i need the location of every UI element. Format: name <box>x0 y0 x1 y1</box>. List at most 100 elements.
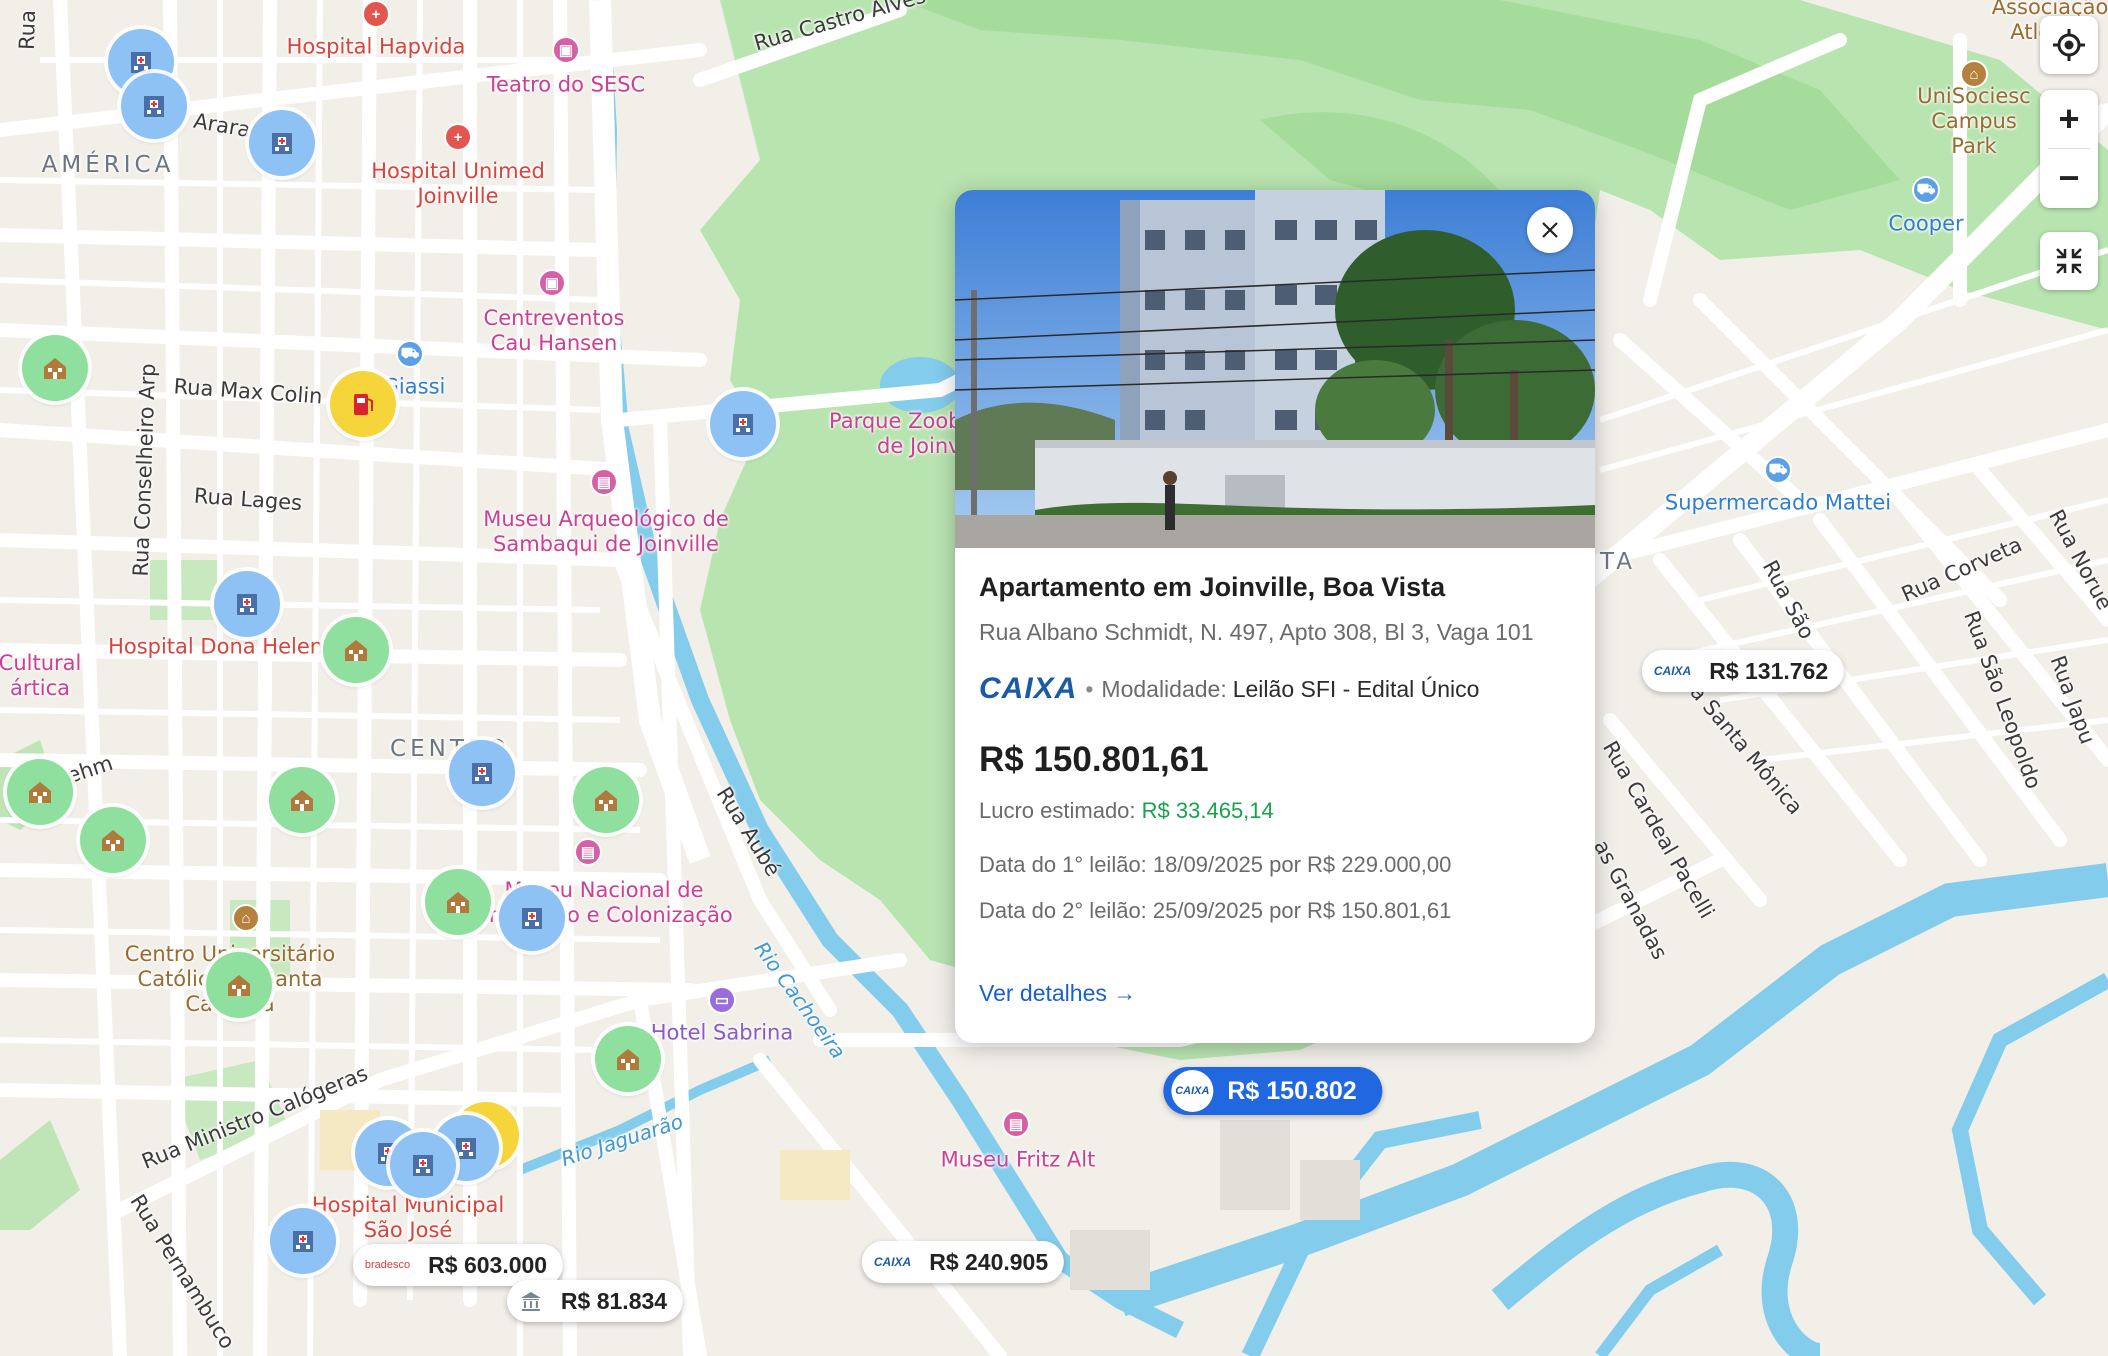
building-icon <box>237 594 257 615</box>
estimated-profit: Lucro estimado: R$ 33.465,14 <box>979 798 1571 824</box>
district-label-america: AMÉRICA <box>41 152 175 179</box>
price-marker[interactable]: CAIXA R$ 131.762 <box>1641 650 1845 692</box>
second-auction-date: Data do 2° leilão: 25/09/2025 por R$ 150… <box>979 898 1452 923</box>
fuel-pump-icon <box>354 394 373 415</box>
house-icon <box>102 830 124 851</box>
poi-supermercado-mattei[interactable]: Supermercado Mattei <box>1665 490 1891 515</box>
building-marker[interactable] <box>249 110 315 176</box>
building-marker[interactable] <box>214 571 280 637</box>
property-price: R$ 150.801,61 <box>979 740 1209 779</box>
poi-teatro-sesc[interactable]: Teatro do SESC <box>487 72 645 97</box>
zoom-out-button[interactable]: − <box>2040 149 2098 207</box>
property-title: Apartamento em Joinville, Boa Vista <box>979 572 1446 602</box>
poi-museu-fritz-alt[interactable]: Museu Fritz Alt <box>941 1147 1096 1172</box>
house-icon <box>291 790 313 811</box>
house-marker[interactable] <box>573 767 639 833</box>
locate-button[interactable] <box>2040 16 2098 74</box>
museum-icon: ▣ <box>540 271 564 295</box>
poi-hospital-hapvida[interactable]: Hospital Hapvida <box>287 34 466 59</box>
caixa-logo: CAIXA <box>1653 664 1692 678</box>
caixa-logo: CAIXA <box>979 672 1077 706</box>
poi-hospital-unimed[interactable]: Hospital Unimed Joinville <box>371 159 545 209</box>
cart-icon: ⛟ <box>1766 458 1790 482</box>
price-marker-selected[interactable]: CAIXA R$ 150.802 <box>1163 1067 1383 1115</box>
poi-hospital-municipal[interactable]: Hospital Municipal São José <box>312 1193 504 1243</box>
building-marker[interactable] <box>710 391 776 457</box>
house-marker[interactable] <box>595 1026 661 1092</box>
building-icon <box>272 133 292 154</box>
modalidade-label: Modalidade: <box>1101 675 1227 702</box>
poi-museu-arqueologico[interactable]: Museu Arqueológico de Sambaqui de Joinvi… <box>483 507 728 557</box>
cart-icon: ⛟ <box>398 342 422 366</box>
hospital-icon: + <box>364 2 388 26</box>
zoom-controls: + − <box>2040 90 2098 208</box>
property-address: Rua Albano Schmidt, N. 497, Apto 308, Bl… <box>979 619 1534 645</box>
view-details-link[interactable]: Ver detalhes → <box>979 980 1571 1007</box>
school-icon: ⌂ <box>234 906 258 930</box>
separator-dot: • <box>1085 675 1094 702</box>
price-marker-value: R$ 131.762 <box>1709 657 1829 684</box>
first-auction-date: Data do 1° leilão: 18/09/2025 por R$ 229… <box>979 852 1452 877</box>
poi-unisociesc[interactable]: UniSociesc Campus Park <box>1907 84 2041 160</box>
locate-icon <box>2053 29 2085 61</box>
cart-icon: ⛟ <box>1914 178 1938 202</box>
building-icon <box>472 763 492 784</box>
school-icon: ⌂ <box>1962 62 1986 86</box>
poi-cultural[interactable]: Cultural ártica <box>0 651 81 701</box>
price-marker-value: R$ 81.834 <box>560 1287 668 1314</box>
poi-cooper[interactable]: Cooper <box>1888 211 1963 236</box>
house-marker[interactable] <box>425 869 491 935</box>
price-marker-value: R$ 240.905 <box>929 1248 1049 1275</box>
house-marker[interactable] <box>323 617 389 683</box>
close-popup-button[interactable] <box>1527 207 1573 253</box>
collapse-icon <box>2056 248 2082 274</box>
bank-icon <box>520 1292 541 1311</box>
collapse-button[interactable] <box>2040 232 2098 290</box>
poi-centreventos[interactable]: Centreventos Cau Hansen <box>484 306 625 356</box>
house-icon <box>617 1049 639 1070</box>
caixa-logo: CAIXA <box>1171 1070 1214 1112</box>
museum-icon: ▤ <box>576 840 600 864</box>
commercial-marker[interactable] <box>330 371 396 437</box>
house-marker[interactable] <box>22 335 88 401</box>
price-marker[interactable]: R$ 81.834 <box>506 1280 684 1322</box>
caixa-logo: CAIXA <box>873 1255 912 1269</box>
map-canvas[interactable]: AMÉRICA CENTRO TA Rua Max Colin Rua Lage… <box>0 0 2108 1356</box>
house-icon <box>228 975 250 996</box>
house-marker[interactable] <box>206 952 272 1018</box>
building-marker[interactable] <box>390 1132 456 1198</box>
zoom-in-button[interactable]: + <box>2040 90 2098 148</box>
house-marker[interactable] <box>80 807 146 873</box>
house-marker[interactable] <box>7 759 73 825</box>
building-marker[interactable] <box>121 73 187 139</box>
hospital-icon: + <box>446 125 470 149</box>
profit-value: R$ 33.465,14 <box>1141 798 1274 823</box>
house-marker[interactable] <box>269 767 335 833</box>
museum-icon: ▤ <box>1004 1112 1028 1136</box>
building-icon <box>733 414 753 435</box>
building-marker[interactable] <box>449 740 515 806</box>
modalidade-row: CAIXA • Modalidade: Leilão SFI - Edital … <box>979 672 1571 706</box>
building-icon <box>413 1155 433 1176</box>
museum-icon: ▤ <box>592 470 616 494</box>
house-icon <box>447 892 469 913</box>
house-icon <box>595 790 617 811</box>
building-icon <box>144 96 164 117</box>
building-marker[interactable] <box>499 885 565 951</box>
modalidade-value: Leilão SFI - Edital Único <box>1232 675 1480 702</box>
street-label: Rua <box>14 9 41 51</box>
poi-hospital-dona-helena[interactable]: Hospital Dona Helena <box>108 634 336 659</box>
property-photo <box>955 190 1595 548</box>
building-icon <box>293 1231 313 1252</box>
building-marker[interactable] <box>270 1208 336 1274</box>
house-icon <box>29 782 51 803</box>
price-marker-value: R$ 150.802 <box>1227 1076 1357 1105</box>
poi-hotel-sabrina[interactable]: Hotel Sabrina <box>651 1020 793 1045</box>
district-label-boavista: TA <box>1600 549 1636 576</box>
price-marker-value: R$ 603.000 <box>428 1251 548 1278</box>
popup-body: Apartamento em Joinville, Boa Vista Rua … <box>979 572 1571 1007</box>
price-marker[interactable]: CAIXA R$ 240.905 <box>861 1241 1065 1283</box>
house-icon <box>345 640 367 661</box>
caixa-logo-text: CAIXA <box>979 672 1078 705</box>
theater-icon: ▣ <box>554 38 578 62</box>
